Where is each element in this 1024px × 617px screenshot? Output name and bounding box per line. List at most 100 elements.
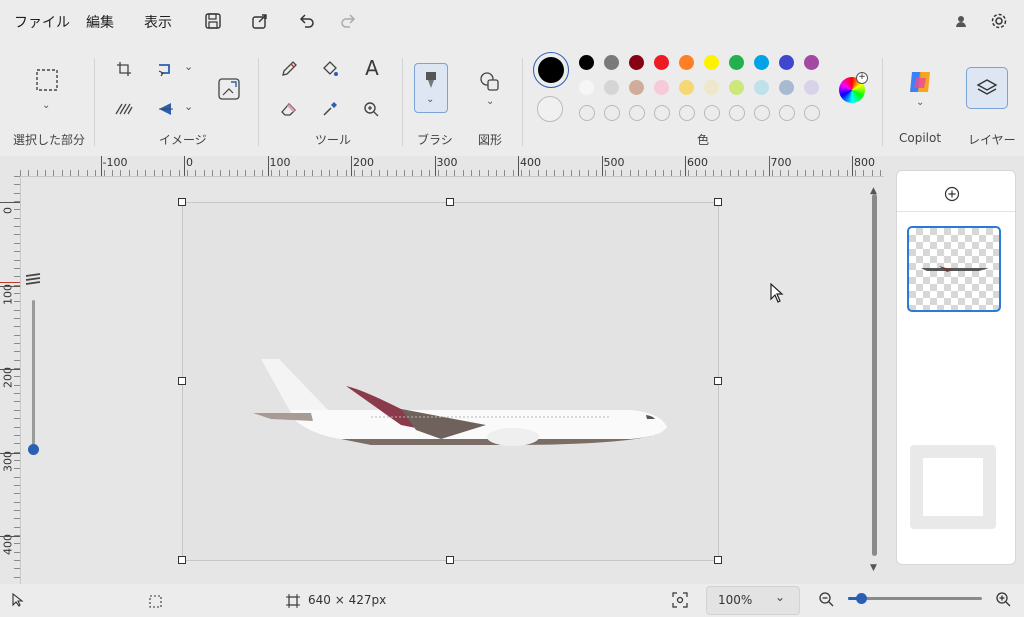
custom-color-slot[interactable] (754, 105, 770, 121)
custom-color-slot[interactable] (779, 105, 795, 121)
ruler-minor-tick (14, 510, 20, 511)
menu-view[interactable]: 表示 (144, 12, 172, 32)
share-icon[interactable] (249, 10, 271, 32)
palette-swatch[interactable] (729, 55, 744, 70)
scroll-up-icon[interactable]: ▲ (870, 186, 877, 196)
palette-swatch[interactable] (754, 80, 769, 95)
palette-swatch[interactable] (679, 80, 694, 95)
chevron-down-icon: ⌄ (775, 590, 786, 604)
scroll-down-icon[interactable]: ▼ (870, 563, 877, 573)
add-layer-button[interactable] (944, 186, 960, 202)
palette-swatch[interactable] (604, 80, 619, 95)
custom-color-slot[interactable] (629, 105, 645, 121)
resize-handle[interactable] (714, 198, 722, 206)
rotate-icon[interactable] (156, 60, 176, 78)
background-remove-icon[interactable] (114, 100, 134, 118)
resize-handle[interactable] (178, 377, 186, 385)
custom-color-slot[interactable] (679, 105, 695, 121)
fit-to-window-icon[interactable] (672, 592, 688, 608)
ruler-minor-tick (746, 170, 748, 176)
canvas[interactable] (182, 202, 719, 561)
shapes-icon[interactable] (478, 70, 502, 94)
ruler-minor-tick (813, 170, 815, 176)
custom-color-slot[interactable] (729, 105, 745, 121)
ruler-minor-tick (646, 170, 648, 176)
chevron-down-icon[interactable]: ⌄ (486, 96, 494, 107)
palette-swatch[interactable] (804, 55, 819, 70)
magnifier-icon[interactable] (360, 98, 382, 120)
custom-color-slot[interactable] (654, 105, 670, 121)
resize-handle[interactable] (714, 377, 722, 385)
zoom-in-icon[interactable] (995, 591, 1012, 608)
copilot-icon[interactable] (906, 68, 934, 96)
palette-swatch[interactable] (754, 55, 769, 70)
color-picker-icon[interactable] (319, 98, 341, 120)
resize-handle[interactable] (446, 556, 454, 564)
undo-icon[interactable] (296, 10, 318, 32)
chevron-down-icon[interactable]: ⌄ (184, 100, 193, 113)
palette-swatch[interactable] (704, 80, 719, 95)
custom-color-slot[interactable] (704, 105, 720, 121)
palette-swatch[interactable] (579, 55, 594, 70)
zoom-select[interactable]: 100% ⌄ (706, 586, 800, 615)
layers-button[interactable] (966, 67, 1008, 109)
brush-size-slider[interactable] (32, 300, 35, 450)
palette-swatch[interactable] (729, 80, 744, 95)
layer-thumbnail-airplane[interactable] (907, 226, 1001, 312)
brush-size-slider-thumb[interactable] (28, 444, 39, 455)
brush-button[interactable]: ⌄ (414, 63, 448, 113)
fill-bucket-icon[interactable] (319, 58, 341, 80)
canvas-size-text: 640 × 427px (308, 593, 387, 607)
resize-image-icon[interactable] (216, 76, 242, 102)
selection-tool-button[interactable] (34, 67, 60, 93)
vertical-scrollbar[interactable] (872, 194, 877, 556)
airplane-image (253, 359, 667, 446)
ruler-tick (0, 285, 20, 287)
ruler-minor-tick (14, 451, 20, 453)
account-icon[interactable] (950, 10, 972, 32)
resize-handle[interactable] (446, 198, 454, 206)
save-icon[interactable] (202, 10, 224, 32)
custom-color-slot[interactable] (604, 105, 620, 121)
ruler-tick (685, 156, 686, 176)
palette-swatch[interactable] (779, 80, 794, 95)
layer-thumbnail-background[interactable] (910, 445, 996, 529)
chevron-down-icon[interactable]: ⌄ (916, 97, 924, 108)
crop-icon[interactable] (114, 60, 134, 78)
ruler-minor-tick (14, 359, 20, 361)
menu-file[interactable]: ファイル (14, 12, 70, 32)
palette-swatch[interactable] (629, 80, 644, 95)
redo-icon[interactable] (337, 10, 359, 32)
resize-handle[interactable] (178, 556, 186, 564)
palette-swatch[interactable] (779, 55, 794, 70)
ruler-minor-tick (14, 401, 20, 403)
chevron-down-icon[interactable]: ⌄ (184, 60, 193, 73)
palette-swatch[interactable] (804, 80, 819, 95)
palette-swatch[interactable] (654, 55, 669, 70)
text-tool-icon[interactable]: A (360, 56, 384, 80)
palette-swatch[interactable] (579, 80, 594, 95)
ruler-label: 800 (854, 156, 875, 169)
palette-swatch[interactable] (654, 80, 669, 95)
eraser-icon[interactable] (278, 98, 300, 120)
chevron-down-icon: ⌄ (426, 94, 435, 105)
pencil-icon[interactable] (278, 58, 300, 80)
flip-icon[interactable] (156, 100, 176, 118)
zoom-slider[interactable] (848, 593, 982, 604)
custom-color-slot[interactable] (579, 105, 595, 121)
resize-handle[interactable] (178, 198, 186, 206)
resize-handle[interactable] (714, 556, 722, 564)
chevron-down-icon[interactable]: ⌄ (42, 100, 50, 111)
primary-color-button[interactable] (533, 52, 569, 88)
palette-swatch[interactable] (704, 55, 719, 70)
palette-swatch[interactable] (629, 55, 644, 70)
zoom-out-icon[interactable] (818, 591, 835, 608)
gear-icon[interactable] (988, 10, 1010, 32)
secondary-color-button[interactable] (537, 96, 563, 122)
palette-swatch[interactable] (604, 55, 619, 70)
menu-edit[interactable]: 編集 (86, 12, 114, 32)
horizontal-ruler: -100 0 100 200 300 400 500 600 700 800 (0, 156, 884, 177)
custom-color-slot[interactable] (804, 105, 820, 121)
palette-swatch[interactable] (679, 55, 694, 70)
zoom-slider-thumb[interactable] (856, 593, 868, 604)
